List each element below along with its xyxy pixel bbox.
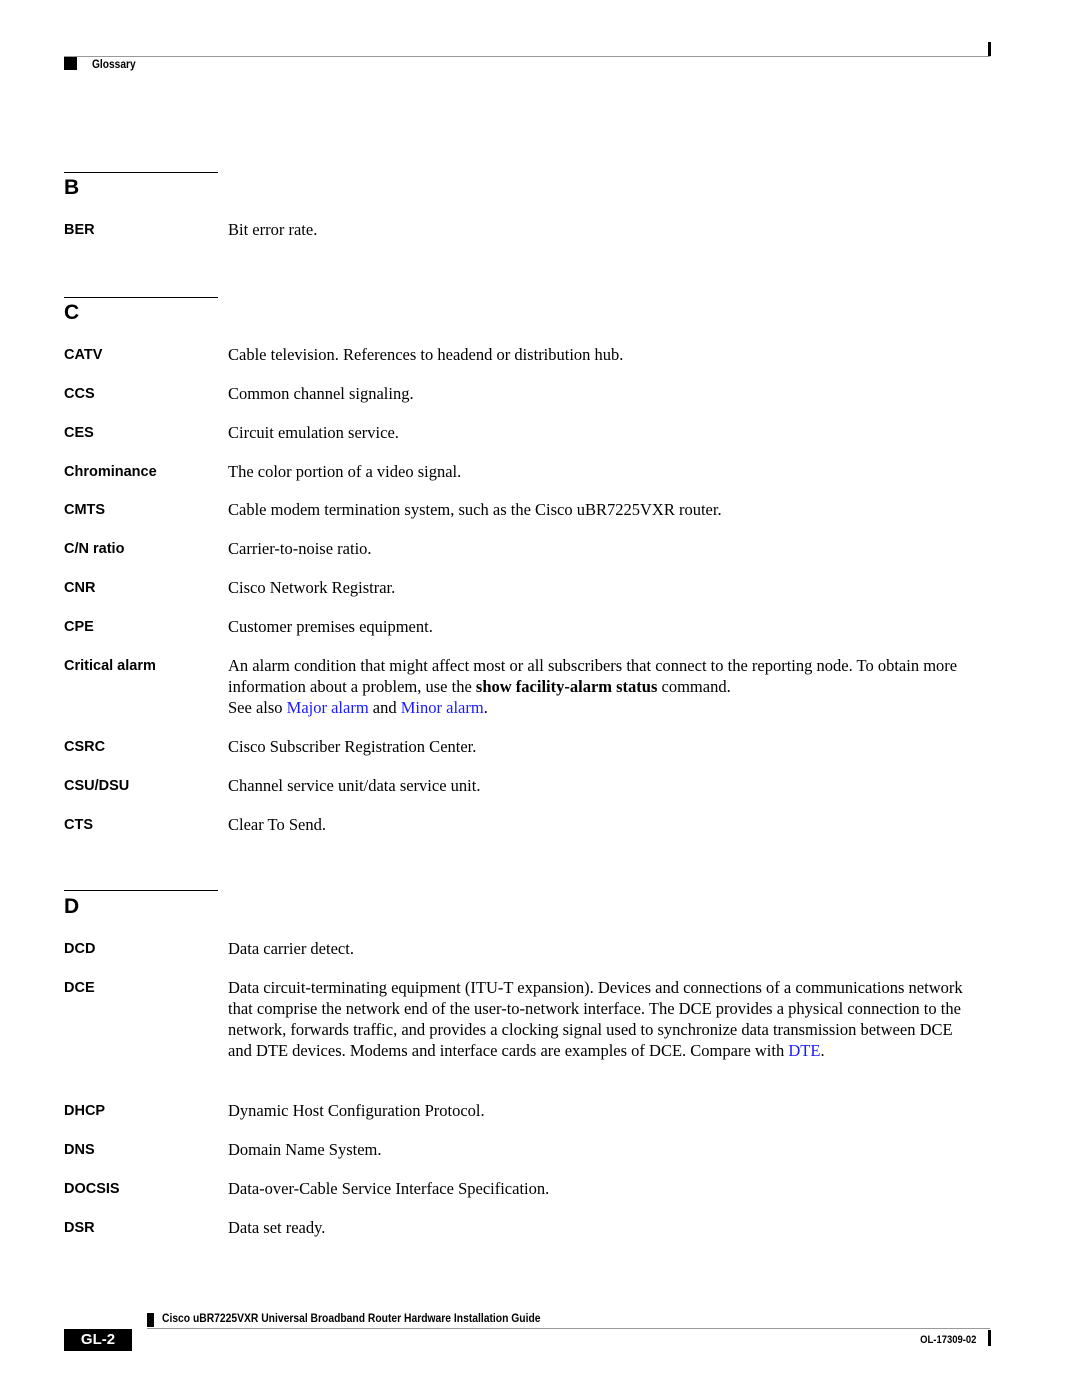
term-ber: BER [64,222,95,238]
term-catv: CATV [64,347,103,363]
definition-dns: Domain Name System. [228,1140,382,1159]
section-letter-b: B [64,176,80,199]
footer-doc-number: OL-17309-02 [919,1334,976,1346]
term-cmts: CMTS [64,502,106,518]
definition-text: command. [657,677,731,696]
definition-dce: Data circuit-terminating equipment (ITU-… [228,977,978,1061]
link-major-alarm[interactable]: Major alarm [287,698,369,717]
definition-chrominance: The color portion of a video signal. [228,462,462,481]
period-text: . [820,1041,825,1060]
header-square-mark [64,57,77,70]
definition-cpe: Customer premises equipment. [228,617,433,636]
definition-critical-alarm: An alarm condition that might affect mos… [228,655,978,718]
and-text: and [368,698,401,717]
definition-csu-dsu: Channel service unit/data service unit. [228,776,481,795]
definition-ces: Circuit emulation service. [228,423,399,442]
term-dhcp: DHCP [64,1103,106,1119]
definition-csrc: Cisco Subscriber Registration Center. [228,737,477,756]
header-rule [64,56,990,57]
footer-square-mark [147,1313,154,1327]
definition-cmts: Cable modem termination system, such as … [228,500,722,519]
term-cpe: CPE [64,619,94,635]
definition-ccs: Common channel signaling. [228,384,414,403]
term-cnr: CNR [64,580,96,596]
definition-cnr: Cisco Network Registrar. [228,578,396,597]
term-ces: CES [64,425,94,441]
definition-cn-ratio: Carrier-to-noise ratio. [228,539,372,558]
section-rule-c [64,297,218,298]
footer-guide-title: Cisco uBR7225VXR Universal Broadband Rou… [162,1311,541,1325]
section-rule-d [64,890,218,891]
section-letter-d: D [64,895,80,918]
section-rule-b [64,172,218,173]
definition-cts: Clear To Send. [228,815,326,834]
see-also-text: See also [228,698,287,717]
link-dte[interactable]: DTE [788,1041,820,1060]
link-minor-alarm[interactable]: Minor alarm [401,698,484,717]
definition-dhcp: Dynamic Host Configuration Protocol. [228,1101,485,1120]
term-chrominance: Chrominance [64,464,157,480]
definition-docsis: Data-over-Cable Service Interface Specif… [228,1179,550,1198]
term-cn-ratio: C/N ratio [64,541,125,557]
term-critical-alarm: Critical alarm [64,658,156,674]
footer-page-number: GL-2 [64,1329,132,1351]
definition-catv: Cable television. References to headend … [228,345,624,364]
definition-ber: Bit error rate. [228,220,318,239]
command-text: show facility-alarm status [475,677,658,696]
period-text: . [483,698,488,717]
definition-dcd: Data carrier detect. [228,939,354,958]
definition-text: Data circuit-terminating equipment (ITU-… [228,978,963,1060]
header-bar-mark [988,42,991,56]
header-section-label: Glossary [92,57,136,71]
term-docsis: DOCSIS [64,1181,120,1197]
term-cts: CTS [64,817,93,833]
footer-bar-mark [988,1330,991,1346]
term-ccs: CCS [64,386,95,402]
term-dce: DCE [64,980,95,996]
term-csrc: CSRC [64,739,106,755]
term-dns: DNS [64,1142,95,1158]
term-dsr: DSR [64,1220,95,1236]
definition-dsr: Data set ready. [228,1218,326,1237]
term-csu-dsu: CSU/DSU [64,778,130,794]
term-dcd: DCD [64,941,96,957]
section-letter-c: C [64,301,80,324]
footer-rule [147,1328,990,1329]
